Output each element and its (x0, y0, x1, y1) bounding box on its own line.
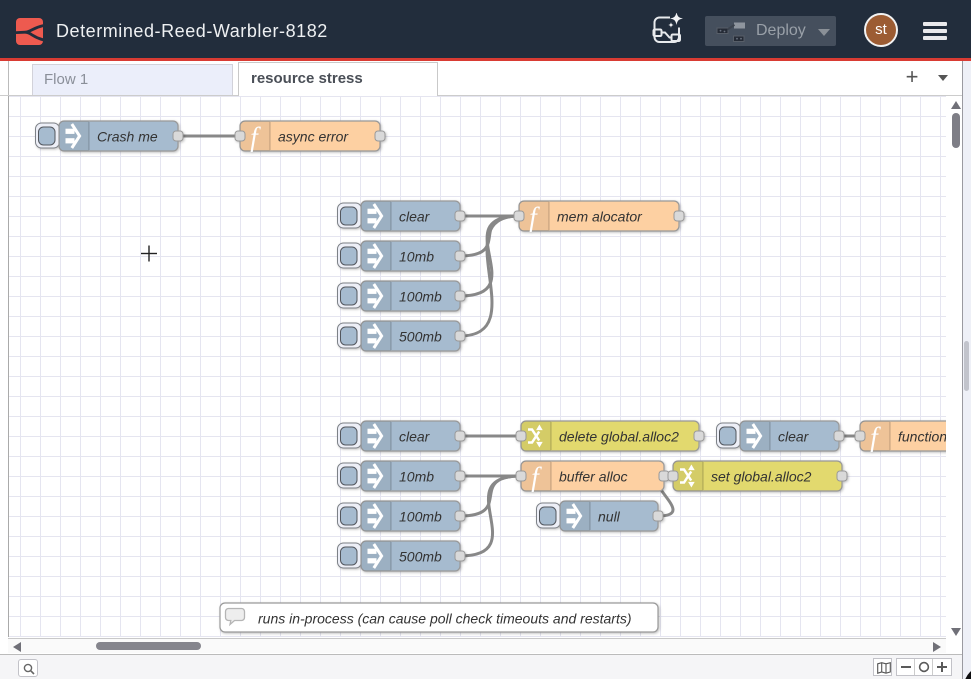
svg-text:clear: clear (399, 429, 431, 445)
svg-text:500mb: 500mb (399, 549, 442, 565)
svg-text:mem alocator: mem alocator (557, 209, 643, 225)
svg-text:10mb: 10mb (399, 249, 434, 265)
svg-text:500mb: 500mb (399, 329, 442, 345)
svg-text:set global.alloc2: set global.alloc2 (711, 469, 812, 485)
svg-text:10mb: 10mb (399, 469, 434, 485)
svg-text:buffer alloc: buffer alloc (559, 469, 627, 485)
svg-text:Crash me: Crash me (97, 129, 158, 145)
svg-text:runs in-process (can cause pol: runs in-process (can cause poll check ti… (258, 611, 632, 627)
svg-text:null: null (598, 509, 621, 525)
svg-text:clear: clear (399, 209, 431, 225)
svg-text:async error: async error (278, 129, 349, 145)
svg-text:function: function (898, 429, 946, 445)
svg-text:100mb: 100mb (399, 509, 442, 525)
svg-text:clear: clear (778, 429, 810, 445)
svg-text:delete global.alloc2: delete global.alloc2 (559, 429, 679, 445)
svg-text:100mb: 100mb (399, 289, 442, 305)
